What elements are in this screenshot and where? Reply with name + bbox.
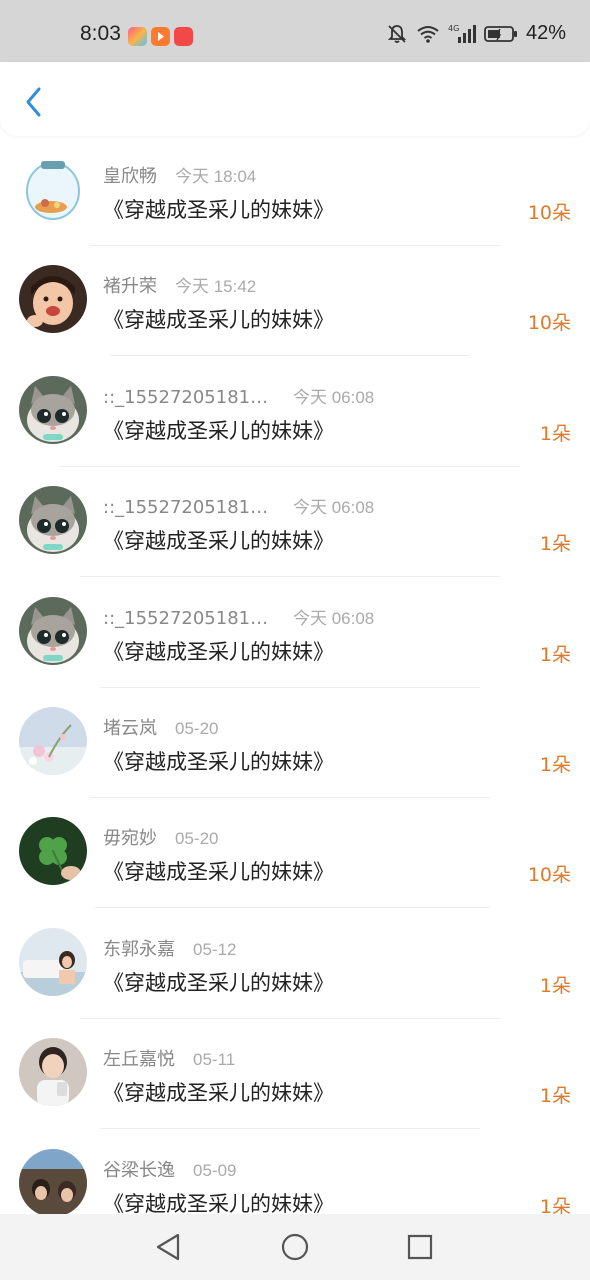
username[interactable]: 褚升荣 [103, 272, 157, 298]
username[interactable]: ::_155272051812... [103, 497, 275, 518]
username[interactable]: 皇欣畅 [103, 162, 157, 188]
avatar [19, 486, 87, 555]
book-title[interactable]: 《穿越成圣采儿的妹妹》 [103, 856, 334, 886]
username[interactable]: 谷梁长逸 [103, 1156, 175, 1182]
book-title[interactable]: 《穿越成圣采儿的妹妹》 [103, 746, 334, 776]
list-item[interactable]: 毋宛妙 05-20 《穿越成圣采儿的妹妹》 10朵 [0, 798, 590, 909]
flower-count: 1朵 [539, 422, 571, 445]
flower-count: 10朵 [527, 864, 571, 887]
flower-count: 1朵 [539, 974, 571, 997]
list-item[interactable]: ::_155272051812... 今天 06:08 《穿越成圣采儿的妹妹》 … [0, 578, 590, 688]
app-icon-red [174, 27, 193, 46]
battery-percentage: 42% [525, 22, 566, 44]
flower-count: 1朵 [539, 533, 571, 556]
system-nav-bar [0, 1214, 590, 1280]
flower-count: 10朵 [527, 312, 571, 335]
avatar [19, 1038, 87, 1107]
app-icon-play [151, 27, 170, 46]
flower-count: 1朵 [539, 1085, 571, 1108]
cellular-signal-icon: 4G [448, 24, 476, 43]
book-title[interactable]: 《穿越成圣采儿的妹妹》 [103, 415, 334, 445]
triangle-back-icon [156, 1233, 180, 1261]
app-icon-colorful [128, 27, 147, 46]
username[interactable]: 东郭永嘉 [103, 935, 175, 961]
gift-time: 05-09 [193, 1160, 237, 1180]
gift-time: 05-20 [175, 718, 219, 738]
status-bar: 8:03 4G 42% [0, 0, 590, 62]
avatar [19, 155, 87, 223]
gift-time: 今天 15:42 [175, 277, 257, 297]
flower-count: 10朵 [527, 202, 571, 224]
username[interactable]: ::_155272051812... [103, 608, 275, 629]
list-item[interactable]: 褚升荣 今天 15:42 《穿越成圣采儿的妹妹》 10朵 [0, 246, 590, 357]
page-header [0, 62, 590, 136]
avatar [19, 927, 87, 996]
gift-time: 05-12 [193, 939, 237, 959]
status-indicators: 4G 42% [386, 22, 566, 45]
list-item[interactable]: ::_155272051812... 今天 06:08 《穿越成圣采儿的妹妹》 … [0, 357, 590, 467]
nav-back-button[interactable] [154, 1232, 184, 1262]
gift-time: 05-11 [193, 1050, 236, 1070]
list-item[interactable]: 东郭永嘉 05-12 《穿越成圣采儿的妹妹》 1朵 [0, 909, 590, 1019]
list-item[interactable]: 皇欣畅 今天 18:04 《穿越成圣采儿的妹妹》 10朵 [0, 136, 590, 246]
gift-time: 今天 18:04 [175, 167, 257, 186]
nav-recents-button[interactable] [405, 1232, 435, 1262]
avatar [19, 375, 87, 444]
list-item[interactable]: ::_155272051812... 今天 06:08 《穿越成圣采儿的妹妹》 … [0, 467, 590, 578]
username[interactable]: 左丘嘉悦 [103, 1045, 175, 1071]
flower-count: 1朵 [539, 753, 571, 776]
gift-time: 05-20 [175, 829, 219, 849]
wifi-icon [417, 25, 439, 43]
book-title[interactable]: 《穿越成圣采儿的妹妹》 [103, 1077, 334, 1107]
circle-home-icon [281, 1233, 309, 1261]
chevron-left-icon [26, 87, 41, 117]
book-title[interactable]: 《穿越成圣采儿的妹妹》 [103, 636, 334, 666]
flower-count: 1朵 [539, 643, 571, 666]
book-title[interactable]: 《穿越成圣采儿的妹妹》 [103, 304, 334, 334]
square-recents-icon [407, 1234, 433, 1260]
battery-icon [484, 25, 517, 42]
username[interactable]: 毋宛妙 [103, 824, 157, 850]
back-button[interactable] [18, 82, 50, 122]
gift-time: 今天 06:08 [293, 387, 375, 407]
book-title[interactable]: 《穿越成圣采儿的妹妹》 [103, 967, 334, 997]
gift-list: 皇欣畅 今天 18:04 《穿越成圣采儿的妹妹》 10朵 褚升荣 今天 15:4… [0, 136, 590, 1240]
status-time: 8:03 [80, 22, 121, 45]
avatar [19, 1148, 87, 1217]
gift-time: 今天 06:08 [293, 498, 375, 518]
list-item[interactable]: 堵云岚 05-20 《穿越成圣采儿的妹妹》 1朵 [0, 688, 590, 798]
svg-text:4G: 4G [448, 24, 459, 33]
username[interactable]: ::_155272051812... [103, 387, 275, 408]
book-title[interactable]: 《穿越成圣采儿的妹妹》 [103, 194, 334, 224]
username[interactable]: 堵云岚 [103, 714, 157, 740]
book-title[interactable]: 《穿越成圣采儿的妹妹》 [103, 525, 334, 555]
list-item[interactable]: 左丘嘉悦 05-11 《穿越成圣采儿的妹妹》 1朵 [0, 1019, 590, 1130]
avatar [19, 596, 87, 665]
gift-time: 今天 06:08 [293, 608, 375, 628]
nav-home-button[interactable] [280, 1232, 310, 1262]
avatar [19, 706, 87, 775]
avatar [19, 265, 87, 334]
mute-bell-icon [387, 24, 407, 43]
avatar [19, 817, 87, 886]
notification-app-icons [128, 27, 193, 46]
